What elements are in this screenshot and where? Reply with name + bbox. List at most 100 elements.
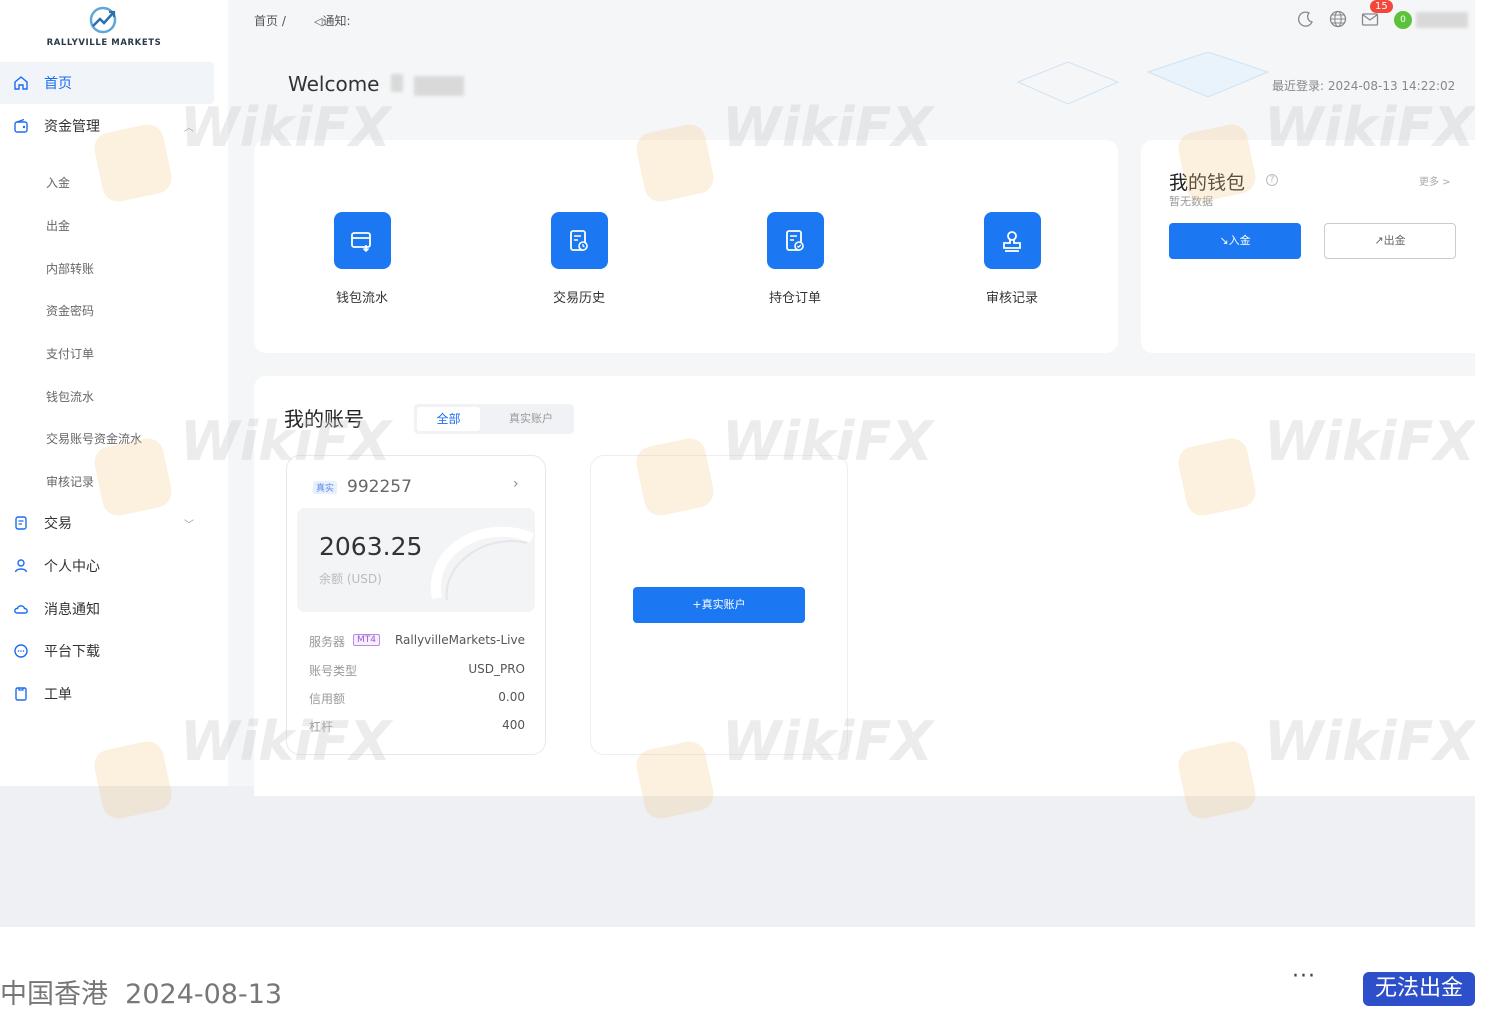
- review-records-button[interactable]: [983, 212, 1041, 269]
- sidebar-item-tickets[interactable]: 工单: [0, 673, 214, 715]
- tab-real[interactable]: 真实账户: [494, 407, 568, 431]
- watermark-logo-icon: [91, 121, 175, 205]
- quick-link-label: 交易历史: [552, 291, 605, 306]
- watermark-logo-icon: [633, 121, 717, 205]
- watermark: WikiFX: [1264, 410, 1475, 473]
- deposit-button[interactable]: ↘入金: [1169, 223, 1301, 259]
- chevron-down-icon: ﹀: [184, 519, 194, 531]
- account-number: 992257: [347, 477, 412, 497]
- avatar[interactable]: 0: [1394, 11, 1412, 29]
- watermark: WikiFX: [180, 410, 392, 473]
- sidebar-subitem-deposit[interactable]: 入金: [46, 174, 70, 191]
- account-type-row: 账号类型 USD_PRO: [309, 662, 525, 679]
- watermark-logo-icon: [91, 435, 175, 519]
- sidebar-item-label: 工单: [44, 687, 72, 703]
- ticket-icon: [15, 687, 27, 701]
- sidebar-item-label: 资金管理: [44, 119, 100, 135]
- home-icon: [14, 76, 28, 90]
- credit-row: 信用额 0.00: [309, 690, 525, 707]
- wallet-flow-button[interactable]: [333, 212, 391, 269]
- redacted-username: [1416, 12, 1468, 28]
- trade-icon: [15, 516, 27, 530]
- sidebar-subitem-fund-password[interactable]: 资金密码: [46, 302, 94, 319]
- cannot-withdraw-badge[interactable]: 无法出金: [1363, 972, 1475, 1006]
- add-real-account-button[interactable]: +真实账户: [633, 587, 805, 623]
- balance-label: 余额 (USD): [319, 572, 382, 586]
- sidebar-item-label: 首页: [44, 76, 72, 92]
- redacted-name: [414, 76, 464, 96]
- server-platform-tag: MT4: [353, 634, 380, 646]
- balance-value: 2063.25: [319, 532, 423, 561]
- sidebar-item-label: 个人中心: [44, 559, 100, 575]
- sidebar-item-notifications[interactable]: 消息通知: [0, 588, 214, 630]
- quick-link-trade-history[interactable]: 交易历史: [539, 212, 619, 306]
- stamp-icon: [1003, 230, 1021, 252]
- quick-link-review-records[interactable]: 审核记录: [972, 212, 1052, 306]
- server-row: 服务器 MT4 RallyvilleMarkets-Live: [309, 633, 525, 650]
- trade-history-button[interactable]: [550, 212, 608, 269]
- watermark: WikiFX: [722, 96, 934, 159]
- logo[interactable]: RALLYVILLE MARKETS: [0, 0, 228, 60]
- help-icon[interactable]: ?: [1266, 174, 1278, 186]
- withdraw-button[interactable]: ↗出金: [1324, 223, 1456, 259]
- watermark-logo-icon: [91, 738, 175, 822]
- sidebar-subitem-withdraw[interactable]: 出金: [46, 217, 70, 234]
- account-type-label: 账号类型: [309, 664, 358, 678]
- account-type-tag: 真实: [313, 481, 338, 494]
- wallet-more-link[interactable]: 更多 >: [1419, 173, 1451, 188]
- mail-count-badge: 15: [1370, 0, 1393, 13]
- watermark-logo-icon: [1175, 738, 1259, 822]
- breadcrumb-notice-label: 通知:: [322, 14, 351, 28]
- quick-link-wallet-flow[interactable]: 钱包流水: [322, 212, 402, 306]
- watermark: WikiFX: [1264, 96, 1475, 159]
- topbar: 首页 / ◁通知: 15 0: [228, 0, 1475, 40]
- watermark: WikiFX: [722, 410, 934, 473]
- quick-link-label: 持仓订单: [768, 291, 821, 306]
- watermark: WikiFX: [1264, 710, 1475, 773]
- watermark-logo-icon: [1175, 435, 1259, 519]
- watermark-logo-icon: [633, 435, 717, 519]
- watermark: WikiFX: [180, 96, 392, 159]
- balance-panel: 2063.25 余额 (USD): [297, 508, 535, 612]
- sidebar-item-platform-download[interactable]: 平台下载: [0, 630, 214, 672]
- quick-link-positions[interactable]: 持仓订单: [755, 212, 835, 306]
- sidebar-item-label: 交易: [44, 516, 72, 532]
- positions-button[interactable]: [766, 212, 824, 269]
- decor-diamonds-icon: [1016, 52, 1270, 105]
- footer-location-date: 中国香港 2024-08-13: [0, 972, 282, 1011]
- moon-icon[interactable]: [1297, 10, 1315, 28]
- sidebar-item-label: 消息通知: [44, 602, 100, 618]
- sidebar-subitem-wallet-flow[interactable]: 钱包流水: [46, 388, 94, 405]
- credit-value: 0.00: [498, 690, 525, 704]
- brand-name: RALLYVILLE MARKETS: [46, 38, 162, 48]
- breadcrumb-notice[interactable]: ◁通知:: [314, 12, 351, 29]
- app-window: RALLYVILLE MARKETS 首页 资金管理 ︿ 入金 出金 内部转账 …: [0, 0, 1475, 927]
- card-transfer-icon: [351, 231, 371, 252]
- sidebar-subitem-payment-orders[interactable]: 支付订单: [46, 345, 94, 362]
- footer-location: 中国香港: [0, 979, 108, 1010]
- cloud-icon: [14, 605, 28, 614]
- order-check-icon: [786, 229, 804, 251]
- logo-mark-icon: [89, 6, 117, 34]
- redacted-name: [391, 74, 403, 92]
- user-icon: [14, 559, 28, 573]
- footer-date: 2024-08-13: [125, 979, 283, 1010]
- history-doc-icon: [570, 229, 588, 251]
- sidebar-subitem-internal-transfer[interactable]: 内部转账: [46, 260, 94, 277]
- chevron-right-icon[interactable]: ›: [513, 476, 519, 492]
- account-filter-tabs: 全部 真实账户: [414, 404, 574, 434]
- sidebar-subitem-review-records[interactable]: 审核记录: [46, 473, 94, 490]
- server-label: 服务器: [309, 635, 346, 649]
- watermark-logo-icon: [633, 738, 717, 822]
- footer-bar: 中国香港 2024-08-13: [0, 960, 1507, 1019]
- globe-icon[interactable]: [1329, 10, 1347, 28]
- server-value: RallyvilleMarkets-Live: [394, 633, 525, 647]
- balance-decor-icon: [430, 526, 535, 601]
- watermark-logo-icon: [1175, 121, 1259, 205]
- wallet-icon: [14, 118, 28, 133]
- tab-all[interactable]: 全部: [417, 407, 480, 431]
- breadcrumb-home[interactable]: 首页 /: [254, 12, 286, 29]
- account-type-value: USD_PRO: [468, 662, 525, 676]
- sidebar-item-profile[interactable]: 个人中心: [0, 545, 214, 587]
- more-options-icon[interactable]: ···: [1292, 964, 1316, 989]
